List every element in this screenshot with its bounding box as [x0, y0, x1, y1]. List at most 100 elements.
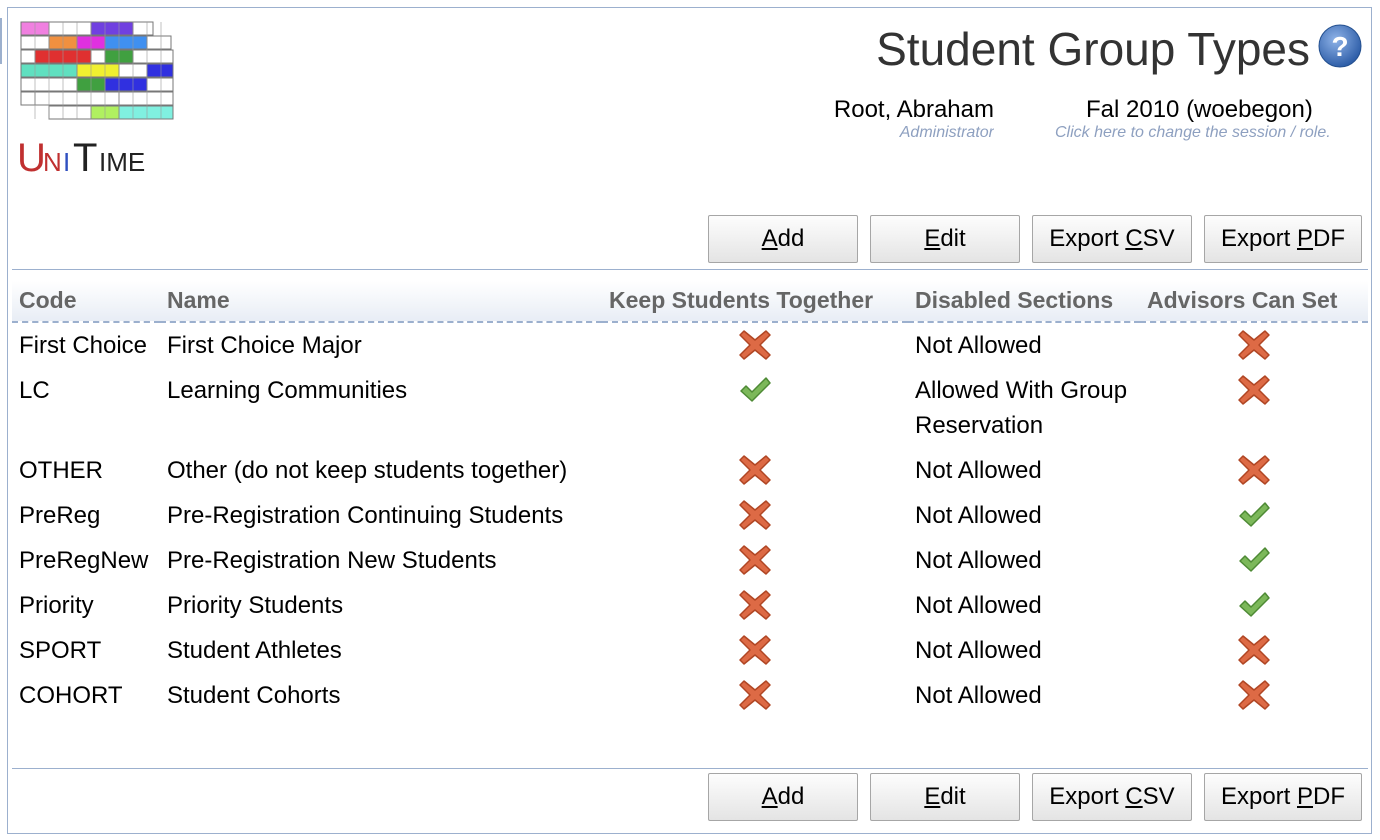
cell-advisors-can-set — [1140, 322, 1368, 368]
table-row[interactable]: First Choice First Choice Major Not Allowe… — [12, 322, 1368, 368]
cell-name: Pre-Registration New Students — [167, 547, 497, 574]
column-header-code[interactable]: Code — [12, 281, 160, 323]
check-icon — [740, 377, 771, 402]
cell-name: Pre-Registration Continuing Students — [167, 502, 564, 529]
table-row[interactable]: PreRegNew Pre-Registration New Students No… — [12, 538, 1368, 583]
table-header-row: Code Name Keep Students Together Disable… — [12, 281, 1368, 323]
cell-name: Learning Communities — [167, 377, 408, 404]
add-button-bottom[interactable]: Add — [708, 773, 858, 821]
top-divider — [12, 269, 1368, 270]
table-row[interactable]: Priority Priority Students Not Allowed — [12, 583, 1368, 628]
help-icon[interactable]: ? — [1318, 24, 1362, 68]
cell-keep-together — [602, 448, 908, 493]
table-row[interactable]: LC Learning Communities Allowed With Group… — [12, 368, 1368, 448]
cross-icon — [739, 330, 771, 360]
cell-advisors-can-set — [1140, 538, 1368, 583]
page-title: Student Group Types — [876, 23, 1310, 75]
svg-text:I: I — [63, 147, 70, 177]
cross-icon — [1238, 455, 1270, 485]
cross-icon — [739, 545, 771, 575]
export-pdf-accel: P — [1297, 225, 1314, 252]
cell-name: Student Athletes — [167, 637, 342, 664]
column-header-advisors-can-set[interactable]: Advisors Can Set — [1140, 281, 1368, 323]
add-button[interactable]: Add — [708, 215, 858, 263]
cell-keep-together — [602, 673, 908, 718]
unitime-logo[interactable]: U N I T IME — [17, 19, 177, 180]
table-row[interactable]: OTHER Other (do not keep students togethe… — [12, 448, 1368, 493]
edit-label: dit — [940, 225, 966, 252]
export-csv-button[interactable]: Export C SV — [1032, 215, 1192, 263]
cell-name: First Choice Major — [167, 332, 362, 359]
cross-icon — [739, 455, 771, 485]
cell-advisors-can-set — [1140, 368, 1368, 448]
edit-accel: E — [924, 783, 941, 810]
user-info[interactable]: Root, Abraham Administrator — [760, 96, 994, 142]
cross-icon — [1238, 680, 1270, 710]
cell-code: SPORT — [19, 637, 102, 664]
cell-disabled-sections: Not Allowed — [915, 332, 1042, 359]
cross-icon — [739, 500, 771, 530]
cell-advisors-can-set — [1140, 673, 1368, 718]
cell-disabled-sections: Not Allowed — [915, 547, 1042, 574]
table-row[interactable]: PreReg Pre-Registration Continuing Studen… — [12, 493, 1368, 538]
bottom-divider — [12, 768, 1368, 769]
cell-code: OTHER — [19, 457, 103, 484]
add-label: dd — [777, 225, 805, 252]
cell-name: Priority Students — [167, 592, 344, 619]
cell-advisors-can-set — [1140, 628, 1368, 673]
cell-code: Priority — [19, 592, 94, 619]
cell-keep-together — [602, 322, 908, 368]
svg-text:IME: IME — [99, 147, 145, 177]
session-name: Fal 2010 (woebegon) — [1086, 96, 1313, 123]
table-row[interactable]: COHORT Student Cohorts Not Allowed — [12, 673, 1368, 718]
cell-keep-together — [602, 538, 908, 583]
cell-code: COHORT — [19, 682, 123, 709]
svg-text:N: N — [43, 147, 62, 177]
cell-code: First Choice — [19, 332, 148, 359]
edit-button[interactable]: Edit — [870, 215, 1020, 263]
user-name: Root, Abraham — [833, 96, 994, 123]
cross-icon — [739, 680, 771, 710]
cell-name: Other (do not keep students together) — [167, 457, 568, 484]
export-pdf-pre: Export — [1220, 783, 1297, 810]
add-accel: A — [761, 783, 778, 810]
edit-button-bottom[interactable]: Edit — [870, 773, 1020, 821]
check-icon — [1239, 547, 1270, 572]
cross-icon — [739, 590, 771, 620]
svg-text:T: T — [73, 136, 97, 179]
check-icon — [1239, 592, 1270, 617]
export-pdf-button-bottom[interactable]: Export P DF — [1204, 773, 1362, 821]
cell-code: PreReg — [19, 502, 101, 529]
cross-icon — [1238, 375, 1270, 405]
cell-advisors-can-set — [1140, 583, 1368, 628]
logo-graphic: U N I T IME — [17, 21, 174, 180]
session-hint: Click here to change the session / role. — [1055, 124, 1331, 141]
table-row[interactable]: SPORT Student Athletes Not Allowed — [12, 628, 1368, 673]
column-header-disabled-sections[interactable]: Disabled Sections — [908, 281, 1140, 323]
export-csv-pre: Export — [1049, 783, 1126, 810]
export-pdf-button[interactable]: Export P DF — [1204, 215, 1362, 263]
cell-disabled-sections: Allowed With Group Reservation — [915, 377, 1128, 439]
cell-name: Student Cohorts — [167, 682, 341, 709]
export-pdf-label: DF — [1313, 783, 1346, 810]
bottom-button-bar: Add Edit Export C SV Export P DF — [0, 773, 1380, 825]
export-csv-label: SV — [1142, 225, 1175, 252]
left-edge-mark — [0, 18, 2, 64]
column-header-keep-together[interactable]: Keep Students Together — [602, 281, 908, 323]
user-role: Administrator — [899, 124, 994, 141]
cell-keep-together — [602, 583, 908, 628]
cross-icon — [1238, 635, 1270, 665]
export-csv-button-bottom[interactable]: Export C SV — [1032, 773, 1192, 821]
export-csv-label: SV — [1142, 783, 1175, 810]
add-accel: A — [761, 225, 778, 252]
cell-keep-together — [602, 493, 908, 538]
svg-text:?: ? — [1331, 31, 1348, 62]
svg-text:U: U — [17, 136, 46, 179]
cross-icon — [1238, 330, 1270, 360]
column-header-name[interactable]: Name — [160, 281, 602, 323]
export-csv-pre: Export — [1049, 225, 1126, 252]
cell-disabled-sections: Not Allowed — [915, 457, 1042, 484]
edit-label: dit — [940, 783, 966, 810]
cell-keep-together — [602, 628, 908, 673]
export-csv-accel: C — [1125, 225, 1143, 252]
